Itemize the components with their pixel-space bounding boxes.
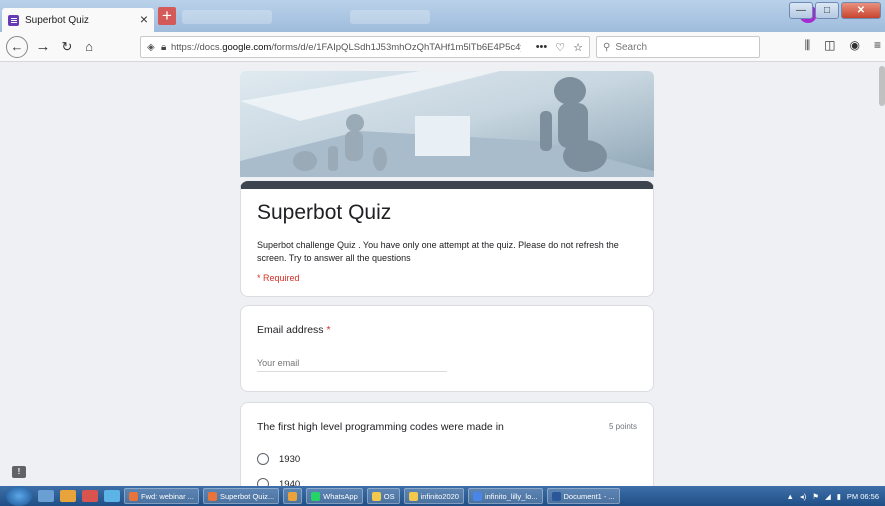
reload-icon[interactable]: ↻ (58, 36, 76, 58)
maximize-button[interactable]: □ (815, 2, 839, 19)
tab-bar: Superbot Quiz × + ∞ — □ ✕ (0, 0, 885, 32)
show-desktop-icon[interactable] (38, 490, 54, 502)
window-controls: — □ ✕ (789, 2, 881, 19)
app-icon (311, 491, 321, 501)
navigation-bar: ← → ↻ ⌂ ◈ 🔒︎ https://docs.google.com/for… (0, 32, 885, 62)
library-icon[interactable]: ⫼ (805, 38, 811, 53)
taskbar-item[interactable] (283, 488, 303, 504)
email-label: Email address * (257, 324, 331, 336)
app-icon[interactable] (82, 490, 98, 502)
background-window-title (350, 10, 430, 24)
start-button[interactable] (6, 486, 32, 506)
search-icon: ⚲ (603, 41, 611, 53)
taskbar-item-label: Superbot Quiz... (219, 491, 275, 501)
menu-icon[interactable]: ≡ (874, 38, 881, 53)
taskbar-item[interactable]: infinito2020 (403, 488, 464, 504)
taskbar-item-label: OS (383, 491, 395, 501)
feedback-icon[interactable]: ! (12, 466, 26, 478)
tab-superbot-quiz[interactable]: Superbot Quiz × (2, 8, 154, 32)
url-text: https://docs.google.com/forms/d/e/1FAIpQ… (171, 41, 521, 53)
taskbar-item-label: infinito_lilly_lo... (484, 491, 538, 501)
battery-icon[interactable]: ▮ (837, 492, 841, 501)
header-image (240, 71, 654, 177)
google-forms-icon (8, 14, 19, 26)
taskbar-item-label: Document1 - ... (563, 491, 615, 501)
shield-icon: ◈ (147, 41, 155, 53)
taskbar-items: Fwd: webinar ... Superbot Quiz... WhatsApp… (120, 488, 620, 504)
minimize-button[interactable]: — (789, 2, 813, 19)
taskbar-item[interactable]: infinito_lilly_lo... (467, 488, 543, 504)
option-label: 1930 (279, 453, 301, 465)
question-points: 5 points (608, 422, 637, 431)
sidebar-icon[interactable]: ◫ (824, 38, 835, 53)
option-1930[interactable]: 1930 (257, 453, 300, 465)
search-placeholder: Search (615, 41, 648, 53)
app-icon (408, 491, 418, 501)
taskbar-item[interactable]: Superbot Quiz... (202, 488, 280, 504)
account-icon[interactable]: ◉ (850, 38, 860, 53)
close-window-button[interactable]: ✕ (841, 2, 881, 19)
form-title: Superbot Quiz (257, 201, 392, 224)
app-icon (472, 491, 482, 501)
lock-icon: 🔒︎ (161, 41, 167, 53)
toolbar-icons: ⫼ ◫ ◉ ≡ (805, 38, 881, 53)
explorer-icon[interactable] (60, 490, 76, 502)
question-card: The first high level programming codes w… (240, 402, 654, 492)
signal-icon[interactable]: ◢ (825, 492, 831, 501)
pocket-icon[interactable]: ♡ (555, 41, 565, 54)
taskbar-item-label: WhatsApp (323, 491, 358, 501)
background-window-title (182, 10, 272, 24)
bookmark-star-icon[interactable]: ☆ (573, 41, 583, 54)
back-icon[interactable]: ← (6, 36, 28, 58)
page-content: Superbot Quiz Superbot challenge Quiz . … (0, 62, 885, 492)
taskbar-item[interactable]: OS (366, 488, 400, 504)
page-actions-menu-icon[interactable]: ••• (536, 41, 548, 54)
windows-taskbar: Fwd: webinar ... Superbot Quiz... WhatsApp… (0, 486, 885, 506)
form-header-card: Superbot Quiz Superbot challenge Quiz . … (240, 181, 654, 297)
flag-icon[interactable]: ⚑ (812, 492, 819, 501)
app-icon (288, 491, 298, 501)
scrollbar[interactable] (879, 66, 885, 106)
taskbar-item[interactable]: Fwd: webinar ... (124, 488, 199, 504)
taskbar-item[interactable]: Document1 - ... (546, 488, 620, 504)
required-asterisk: * (326, 324, 331, 336)
home-icon[interactable]: ⌂ (80, 36, 98, 58)
system-tray: ▲ ◂) ⚑ ◢ ▮ PM 06:56 (787, 492, 885, 501)
taskbar-item[interactable]: WhatsApp (306, 488, 363, 504)
app-icon (371, 491, 381, 501)
tray-arrow-icon[interactable]: ▲ (787, 492, 794, 501)
tab-title: Superbot Quiz (25, 14, 89, 26)
taskbar-item-label: infinito2020 (420, 491, 459, 501)
url-actions: ••• ♡ ☆ (536, 41, 583, 54)
question-text: The first high level programming codes w… (257, 421, 504, 433)
tab-close-button[interactable]: × (140, 11, 148, 27)
url-bar[interactable]: ◈ 🔒︎ https://docs.google.com/forms/d/e/1… (140, 36, 590, 58)
taskbar-item-label: Fwd: webinar ... (141, 491, 194, 501)
browser-icon[interactable] (104, 490, 120, 502)
app-icon (551, 491, 561, 501)
forward-icon[interactable]: → (34, 36, 52, 58)
app-icon (129, 491, 138, 501)
email-field[interactable] (257, 354, 447, 372)
email-question-card: Email address * (240, 305, 654, 392)
required-note: * Required (257, 273, 300, 283)
clock[interactable]: PM 06:56 (847, 492, 879, 501)
volume-icon[interactable]: ◂) (800, 492, 806, 501)
radio-button[interactable] (257, 453, 269, 465)
search-input[interactable]: ⚲ Search (596, 36, 760, 58)
form-description: Superbot challenge Quiz . You have only … (257, 240, 619, 263)
new-tab-button[interactable]: + (158, 7, 176, 25)
app-icon (207, 491, 217, 501)
